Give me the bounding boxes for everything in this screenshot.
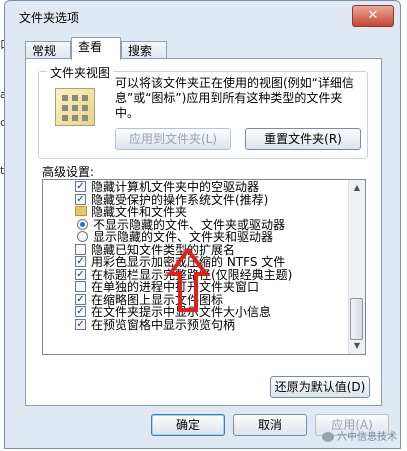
folder-views-legend: 文件夹视图 xyxy=(47,64,114,81)
advanced-settings-label: 高级设置: xyxy=(42,165,95,179)
tab-general[interactable]: 常规 xyxy=(25,41,71,59)
setting-radio[interactable] xyxy=(77,218,88,230)
apply-to-folders-button[interactable]: 应用到文件夹(L) xyxy=(115,128,231,150)
setting-checkbox[interactable]: ✓ xyxy=(75,193,86,205)
title-bar[interactable]: 文件夹选项 ✕ xyxy=(5,1,400,31)
folder-icon xyxy=(75,206,87,216)
reset-folders-button[interactable]: 重置文件夹(R) xyxy=(245,128,361,150)
scrollbar-thumb[interactable] xyxy=(350,298,363,340)
close-button[interactable]: ✕ xyxy=(352,5,394,27)
setting-checkbox[interactable] xyxy=(75,243,86,255)
scroll-up-icon[interactable]: ▲ xyxy=(349,180,365,196)
watermark-text: 六中信息技术 xyxy=(337,432,397,443)
setting-checkbox[interactable] xyxy=(75,281,86,292)
tab-view[interactable]: 查看 xyxy=(71,37,121,60)
setting-label: 在预览窗格中显示预览句柄 xyxy=(91,317,236,332)
restore-defaults-button[interactable]: 还原为默认值(D) xyxy=(270,376,370,398)
cancel-button[interactable]: 取消 xyxy=(233,414,307,436)
red-arrow-icon xyxy=(167,248,209,312)
setting-checkbox[interactable]: ✓ xyxy=(75,318,86,330)
folder-options-dialog: 文件夹选项 ✕ 常规 查看 搜索 文件夹视图 可以将该文件夹正在使用的视图(例如… xyxy=(4,0,401,449)
tab-search[interactable]: 搜索 xyxy=(121,41,167,59)
wechat-icon xyxy=(322,432,334,442)
folder-view-icon xyxy=(55,88,95,126)
scroll-down-icon[interactable]: ▼ xyxy=(349,338,365,354)
setting-checkbox[interactable]: ✓ xyxy=(75,306,86,317)
ok-button[interactable]: 确定 xyxy=(151,414,225,436)
setting-checkbox[interactable]: ✓ xyxy=(75,181,86,192)
setting-radio[interactable] xyxy=(77,231,88,242)
folder-views-description: 可以将该文件夹正在使用的视图(例如“详细信息”或“图标”)应用到所有这种类型的文… xyxy=(115,76,354,120)
window-title: 文件夹选项 xyxy=(19,11,80,25)
view-tab-panel: 文件夹视图 可以将该文件夹正在使用的视图(例如“详细信息”或“图标”)应用到所有… xyxy=(25,58,382,406)
setting-checkbox[interactable]: ✓ xyxy=(75,293,86,305)
watermark: 六中信息技术 xyxy=(322,428,397,443)
close-icon: ✕ xyxy=(367,8,379,23)
setting-checkbox[interactable]: ✓ xyxy=(75,256,86,267)
folder-views-group: 文件夹视图 可以将该文件夹正在使用的视图(例如“详细信息”或“图标”)应用到所有… xyxy=(38,64,368,159)
setting-checkbox[interactable]: ✓ xyxy=(75,268,86,280)
vertical-scrollbar[interactable]: ▲ ▼ xyxy=(348,180,365,354)
